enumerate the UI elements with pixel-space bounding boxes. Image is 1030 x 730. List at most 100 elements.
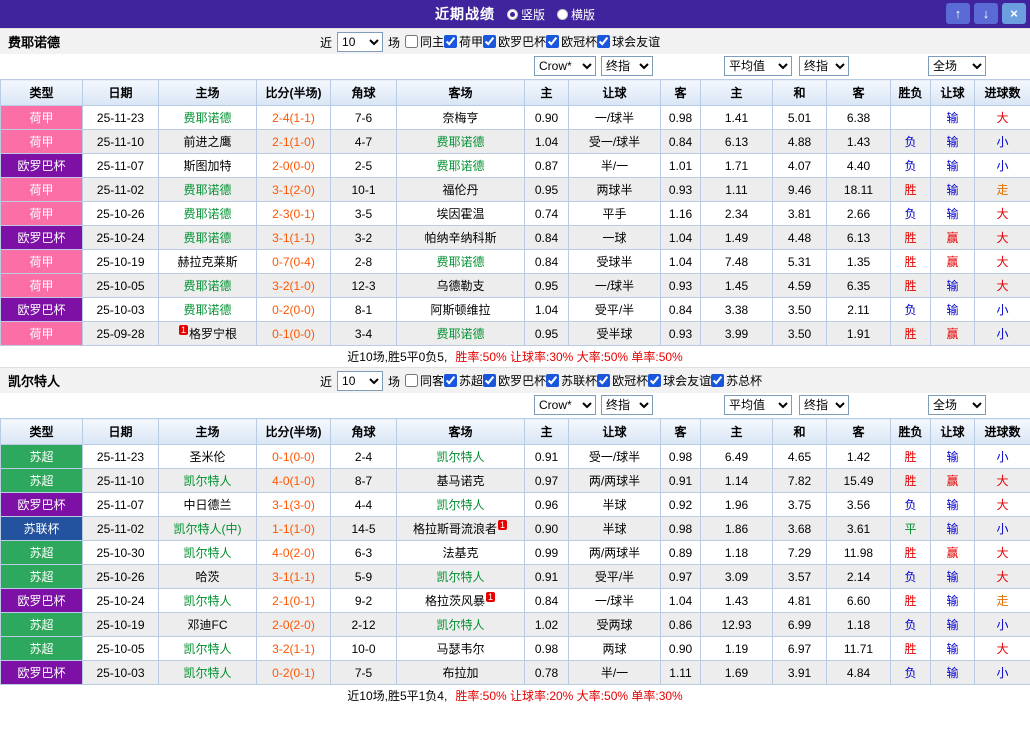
- team-link[interactable]: 凯尔特人: [183, 666, 231, 680]
- avg-home-odds: 1.11: [701, 178, 773, 202]
- team-link[interactable]: 费耶诺德: [183, 303, 231, 317]
- team-link[interactable]: 圣米伦: [189, 450, 225, 464]
- scope-select[interactable]: 全场: [928, 56, 986, 76]
- results-table: 类型 日期 主场 比分(半场) 角球 客场 主 让球 客 主 和 客 胜负 让球…: [0, 79, 1030, 346]
- team-link[interactable]: 格拉斯哥流浪者: [413, 522, 497, 536]
- team-link[interactable]: 费耶诺德: [436, 327, 484, 341]
- recent-count-select[interactable]: 10: [337, 32, 383, 52]
- league-filter-checkbox[interactable]: 苏超: [444, 372, 483, 389]
- bookmaker-select[interactable]: Crow*: [534, 56, 596, 76]
- scroll-down-button[interactable]: ↓: [974, 3, 998, 24]
- scroll-up-button[interactable]: ↑: [946, 3, 970, 24]
- team-link[interactable]: 格拉茨风暴: [425, 594, 485, 608]
- team-link[interactable]: 阿斯顿维拉: [430, 303, 490, 317]
- league-filter-checkbox[interactable]: 欧冠杯: [597, 372, 648, 389]
- average-select[interactable]: 平均值: [724, 56, 792, 76]
- checkbox-input[interactable]: [711, 374, 724, 387]
- team-link[interactable]: 前进之鹰: [183, 135, 231, 149]
- average-stage-select[interactable]: 终指: [799, 56, 849, 76]
- team-link[interactable]: 费耶诺德: [183, 111, 231, 125]
- team-link[interactable]: 凯尔特人: [436, 570, 484, 584]
- team-link[interactable]: 凯尔特人: [183, 594, 231, 608]
- team-link[interactable]: 格罗宁根: [189, 327, 237, 341]
- team-link[interactable]: 凯尔特人: [436, 450, 484, 464]
- team-link[interactable]: 奈梅亨: [442, 111, 478, 125]
- team-link[interactable]: 凯尔特人(中): [174, 522, 242, 536]
- team-link[interactable]: 基马诺克: [436, 474, 484, 488]
- league-filter-checkbox[interactable]: 同客: [405, 372, 444, 389]
- match-row: 欧罗巴杯25-11-07斯图加特2-0(0-0)2-5费耶诺德0.87半/一1.…: [1, 154, 1030, 178]
- league-filter-checkbox[interactable]: 球会友谊: [597, 33, 660, 50]
- team-link[interactable]: 乌德勒支: [436, 279, 484, 293]
- league-filter-group: 同主荷甲欧罗巴杯欧冠杯球会友谊: [405, 33, 660, 51]
- odds-stage-select[interactable]: 终指: [601, 56, 653, 76]
- match-row: 荷甲25-11-10前进之鹰2-1(1-0)4-7费耶诺德1.04受一/球半0.…: [1, 130, 1030, 154]
- checkbox-input[interactable]: [405, 35, 418, 48]
- team-link[interactable]: 布拉加: [442, 666, 478, 680]
- team-link[interactable]: 哈茨: [195, 570, 219, 584]
- league-filter-checkbox[interactable]: 欧罗巴杯: [483, 33, 546, 50]
- games-unit-label: 场: [388, 34, 400, 51]
- goals-result-cell: 大: [975, 493, 1030, 517]
- team-link[interactable]: 马瑟韦尔: [436, 642, 484, 656]
- team-link[interactable]: 凯尔特人: [183, 546, 231, 560]
- avg-home-odds: 1.45: [701, 274, 773, 298]
- team-link[interactable]: 赫拉克莱斯: [177, 255, 237, 269]
- checkbox-input[interactable]: [483, 35, 496, 48]
- league-filter-checkbox[interactable]: 荷甲: [444, 33, 483, 50]
- avg-draw-odds: 4.65: [773, 445, 827, 469]
- league-filter-checkbox[interactable]: 欧冠杯: [546, 33, 597, 50]
- team-link[interactable]: 费耶诺德: [183, 207, 231, 221]
- league-filter-group: 同客苏超欧罗巴杯苏联杯欧冠杯球会友谊苏总杯: [405, 372, 762, 390]
- team-link[interactable]: 费耶诺德: [436, 159, 484, 173]
- avg-home-odds: 3.99: [701, 322, 773, 346]
- team-link[interactable]: 邓迪FC: [188, 618, 228, 632]
- league-filter-checkbox[interactable]: 球会友谊: [648, 372, 711, 389]
- layout-radio-horizontal[interactable]: 横版: [557, 6, 595, 23]
- column-header: 类型: [1, 80, 83, 106]
- checkbox-input[interactable]: [405, 374, 418, 387]
- checkbox-input[interactable]: [483, 374, 496, 387]
- team-link[interactable]: 凯尔特人: [436, 618, 484, 632]
- team-link[interactable]: 费耶诺德: [183, 231, 231, 245]
- layout-radio-vertical[interactable]: 竖版: [507, 6, 545, 23]
- team-link[interactable]: 斯图加特: [183, 159, 231, 173]
- checkbox-input[interactable]: [546, 374, 559, 387]
- checkbox-input[interactable]: [648, 374, 661, 387]
- recent-count-select[interactable]: 10: [337, 371, 383, 391]
- team-link[interactable]: 福伦丹: [442, 183, 478, 197]
- team-link[interactable]: 凯尔特人: [183, 642, 231, 656]
- team-link[interactable]: 费耶诺德: [183, 279, 231, 293]
- scope-select[interactable]: 全场: [928, 395, 986, 415]
- team-link[interactable]: 凯尔特人: [183, 474, 231, 488]
- odds-stage-select[interactable]: 终指: [601, 395, 653, 415]
- checkbox-input[interactable]: [444, 374, 457, 387]
- column-header: 主: [701, 80, 773, 106]
- avg-draw-odds: 4.88: [773, 130, 827, 154]
- league-filter-checkbox[interactable]: 同主: [405, 33, 444, 50]
- team-link[interactable]: 凯尔特人: [436, 498, 484, 512]
- team-link[interactable]: 费耶诺德: [436, 135, 484, 149]
- checkbox-input[interactable]: [597, 35, 610, 48]
- average-stage-select[interactable]: 终指: [799, 395, 849, 415]
- average-select[interactable]: 平均值: [724, 395, 792, 415]
- team-link[interactable]: 中日德兰: [183, 498, 231, 512]
- score: 2-0(0-0): [257, 154, 331, 178]
- team-link[interactable]: 帕纳辛纳科斯: [424, 231, 496, 245]
- bookmaker-select[interactable]: Crow*: [534, 395, 596, 415]
- avg-away-odds: 11.98: [827, 541, 891, 565]
- handicap-away-odds: 0.84: [661, 298, 701, 322]
- team-link[interactable]: 埃因霍温: [436, 207, 484, 221]
- team-link[interactable]: 费耶诺德: [436, 255, 484, 269]
- checkbox-input[interactable]: [546, 35, 559, 48]
- close-button[interactable]: ×: [1002, 3, 1026, 24]
- league-filter-checkbox[interactable]: 欧罗巴杯: [483, 372, 546, 389]
- checkbox-input[interactable]: [444, 35, 457, 48]
- team-link[interactable]: 费耶诺德: [183, 183, 231, 197]
- goals-result-cell: 大: [975, 541, 1030, 565]
- league-filter-checkbox[interactable]: 苏联杯: [546, 372, 597, 389]
- avg-away-odds: 15.49: [827, 469, 891, 493]
- team-link[interactable]: 法基克: [442, 546, 478, 560]
- checkbox-input[interactable]: [597, 374, 610, 387]
- league-filter-checkbox[interactable]: 苏总杯: [711, 372, 762, 389]
